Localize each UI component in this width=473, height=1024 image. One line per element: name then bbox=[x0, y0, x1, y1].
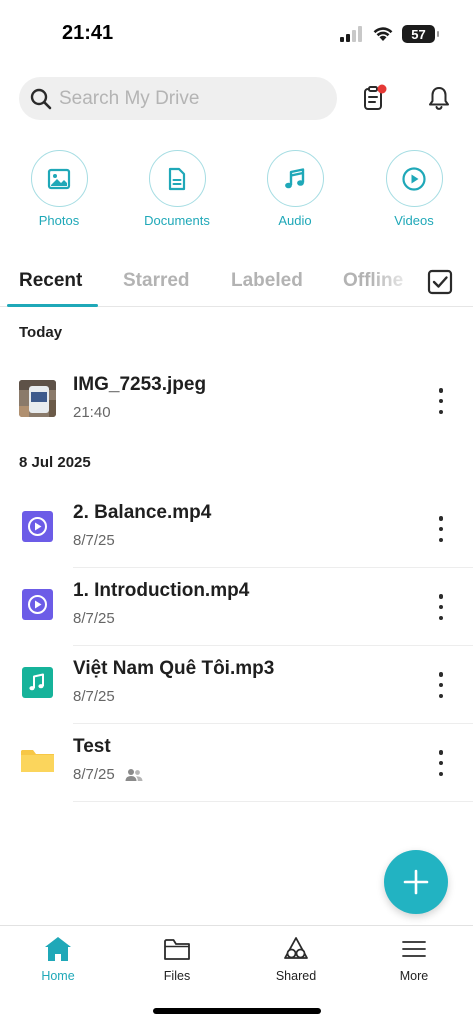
more-options-icon[interactable] bbox=[433, 514, 449, 544]
search-bar[interactable] bbox=[19, 77, 337, 120]
battery-indicator: 57 bbox=[402, 25, 439, 43]
file-tabs: Recent Starred Labeled Offline bbox=[0, 262, 473, 307]
nav-label: More bbox=[399, 969, 429, 983]
signal-icon bbox=[340, 26, 362, 42]
menu-icon bbox=[402, 941, 426, 957]
status-bar: 21:41 57 bbox=[0, 0, 473, 70]
category-label: Documents bbox=[144, 213, 210, 228]
category-videos[interactable]: Videos bbox=[364, 150, 464, 228]
video-file-icon bbox=[19, 508, 56, 545]
file-meta: 8/7/25 bbox=[73, 532, 115, 549]
file-row[interactable]: Test 8/7/25 bbox=[0, 724, 473, 802]
file-date: 8/7/25 bbox=[73, 532, 115, 549]
category-label: Videos bbox=[394, 213, 434, 228]
section-header: 8 Jul 2025 bbox=[19, 454, 91, 471]
tab-recent[interactable]: Recent bbox=[19, 270, 82, 292]
file-meta: 21:40 bbox=[73, 404, 111, 421]
home-icon bbox=[45, 937, 71, 961]
nav-home[interactable]: Home bbox=[13, 934, 103, 983]
clipboard-icon[interactable] bbox=[360, 84, 388, 112]
status-time: 21:41 bbox=[62, 22, 114, 44]
nav-more[interactable]: More bbox=[369, 934, 459, 983]
file-row[interactable]: IMG_7253.jpeg 21:40 bbox=[0, 362, 473, 440]
category-shortcuts: Photos Documents Audio Videos bbox=[0, 150, 473, 230]
section-header: Today bbox=[19, 324, 63, 341]
video-file-icon bbox=[19, 586, 56, 623]
file-name: Việt Nam Quê Tôi.mp3 bbox=[73, 658, 275, 679]
nav-files[interactable]: Files bbox=[132, 934, 222, 983]
active-tab-indicator bbox=[7, 304, 98, 307]
file-row[interactable]: 1. Introduction.mp4 8/7/25 bbox=[0, 568, 473, 646]
more-options-icon[interactable] bbox=[433, 748, 449, 778]
file-meta: 8/7/25 bbox=[73, 766, 143, 783]
nav-label: Shared bbox=[275, 969, 317, 983]
add-button[interactable] bbox=[384, 850, 448, 914]
category-documents[interactable]: Documents bbox=[127, 150, 227, 228]
row-divider bbox=[73, 801, 473, 802]
file-name: 1. Introduction.mp4 bbox=[73, 580, 250, 601]
category-photos[interactable]: Photos bbox=[9, 150, 109, 228]
file-name: Test bbox=[73, 736, 111, 757]
audio-file-icon bbox=[19, 664, 56, 701]
home-indicator bbox=[153, 1008, 321, 1014]
tab-starred[interactable]: Starred bbox=[123, 270, 190, 292]
wifi-icon bbox=[373, 27, 393, 41]
file-meta: 8/7/25 bbox=[73, 688, 115, 705]
search-icon bbox=[30, 88, 52, 109]
nav-label: Files bbox=[163, 969, 191, 983]
music-icon bbox=[285, 167, 305, 188]
file-name: 2. Balance.mp4 bbox=[73, 502, 212, 523]
notification-dot bbox=[377, 84, 387, 94]
file-date: 8/7/25 bbox=[73, 688, 115, 705]
category-audio[interactable]: Audio bbox=[245, 150, 345, 228]
nav-label: Home bbox=[41, 969, 75, 983]
bell-icon[interactable] bbox=[425, 84, 453, 112]
nav-shared[interactable]: Shared bbox=[251, 934, 341, 983]
category-label: Audio bbox=[278, 213, 312, 228]
file-date: 21:40 bbox=[73, 404, 111, 421]
play-icon bbox=[402, 166, 426, 191]
file-row[interactable]: Việt Nam Quê Tôi.mp3 8/7/25 bbox=[0, 646, 473, 724]
more-options-icon[interactable] bbox=[433, 592, 449, 622]
plus-icon bbox=[403, 869, 429, 895]
shared-people-icon bbox=[125, 768, 143, 781]
tabs-fade bbox=[370, 262, 420, 302]
search-input[interactable] bbox=[59, 87, 319, 110]
file-meta: 8/7/25 bbox=[73, 610, 115, 627]
document-icon bbox=[168, 167, 186, 190]
folder-outline-icon bbox=[164, 939, 190, 960]
folder-icon bbox=[19, 742, 56, 779]
file-row[interactable]: 2. Balance.mp4 8/7/25 bbox=[0, 490, 473, 568]
file-date: 8/7/25 bbox=[73, 610, 115, 627]
status-icons: 57 bbox=[340, 25, 439, 43]
more-options-icon[interactable] bbox=[433, 670, 449, 700]
tab-labeled[interactable]: Labeled bbox=[231, 270, 303, 292]
image-icon bbox=[47, 168, 71, 189]
more-options-icon[interactable] bbox=[433, 386, 449, 416]
shared-icon bbox=[284, 937, 308, 959]
select-checkbox-icon[interactable] bbox=[427, 269, 453, 295]
file-date: 8/7/25 bbox=[73, 766, 115, 783]
image-thumbnail bbox=[19, 380, 56, 417]
category-label: Photos bbox=[38, 213, 80, 228]
file-name: IMG_7253.jpeg bbox=[73, 374, 207, 395]
